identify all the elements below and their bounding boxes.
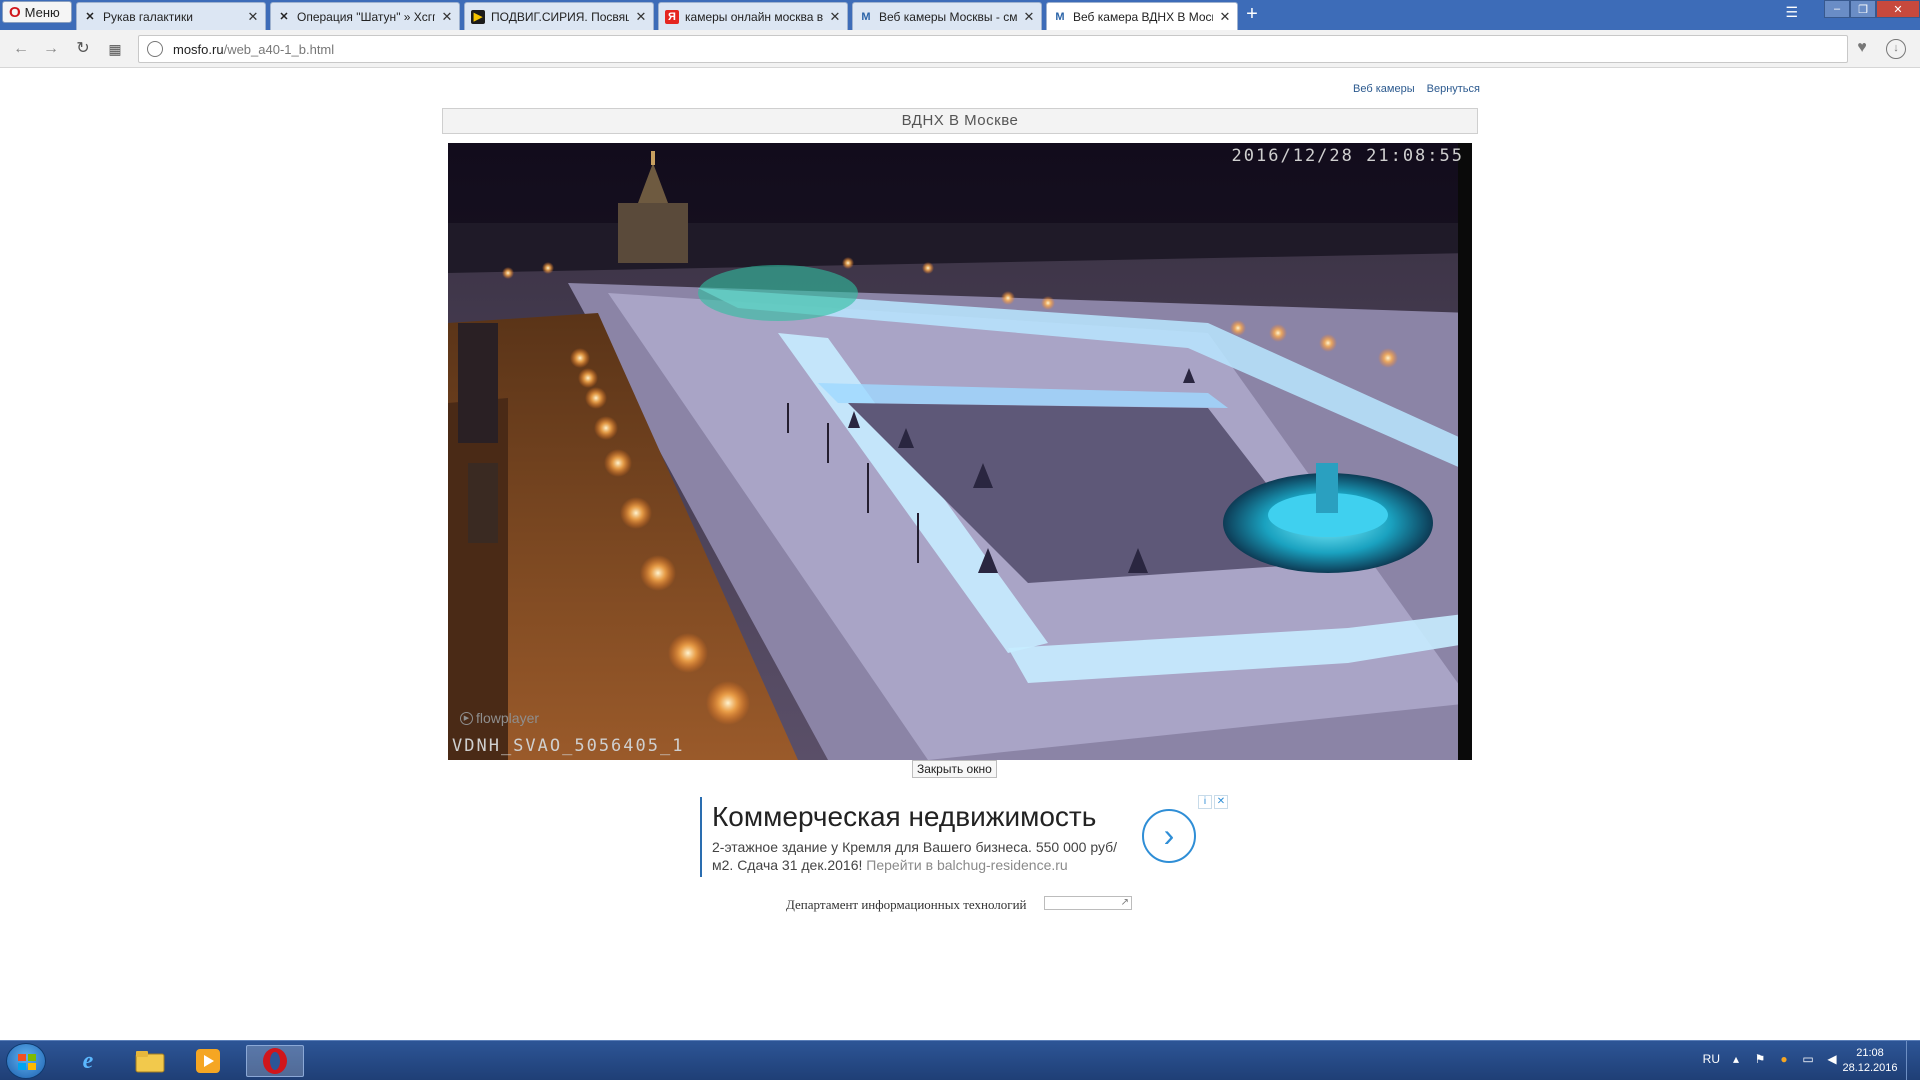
camera-video-player[interactable]: 2016/12/28 21:08:55 ▶ flowplayer VDNH_SV… xyxy=(448,143,1472,760)
network-icon[interactable]: ▭ xyxy=(1800,1051,1816,1067)
back-arrow-icon[interactable]: ← xyxy=(10,39,32,59)
browser-toolbar: ← → ↻ ▦ mosfo.ru/web_a40-1_b.html ♥ ↓ xyxy=(0,30,1920,68)
hit-counter-widget[interactable]: ↗ xyxy=(1044,896,1132,910)
system-tray: RU ▴ ⚑ ● ▭ ◀ xyxy=(1703,1051,1840,1067)
bookmark-heart-icon[interactable]: ♥ xyxy=(1852,39,1872,59)
tab-title: Рукав галактики xyxy=(103,9,193,24)
url-domain: mosfo.ru xyxy=(173,41,224,57)
window-close-icon[interactable]: ✕ xyxy=(1876,0,1920,18)
update-circle-icon[interactable]: ● xyxy=(1776,1051,1792,1067)
download-icon[interactable]: ↓ xyxy=(1886,39,1906,59)
clock-date: 28.12.2016 xyxy=(1842,1062,1898,1074)
tab-2[interactable]: ✕ Операция "Шатун" » Хсгп ✕ xyxy=(270,2,460,30)
language-indicator[interactable]: RU xyxy=(1703,1052,1720,1066)
tab-title: камеры онлайн москва в xyxy=(685,9,823,24)
close-icon[interactable]: ✕ xyxy=(829,9,841,25)
flowplayer-logo: ▶ flowplayer xyxy=(460,710,539,726)
tab-title: Операция "Шатун" » Хсгп xyxy=(297,9,435,24)
tab-5[interactable]: M Веб камеры Москвы - см ✕ xyxy=(852,2,1042,30)
close-icon[interactable]: ✕ xyxy=(1023,9,1035,25)
top-links: Веб камеры Вернуться xyxy=(1340,83,1480,95)
address-bar[interactable]: mosfo.ru/web_a40-1_b.html xyxy=(138,35,1848,63)
player-brand-label: flowplayer xyxy=(476,710,540,726)
globe-icon xyxy=(147,41,163,57)
ad-accent-bar xyxy=(700,797,702,877)
menu-label: Меню xyxy=(24,4,60,20)
close-icon[interactable]: ✕ xyxy=(247,9,259,25)
new-tab-plus-icon[interactable]: + xyxy=(1242,4,1262,24)
tab-menu-icon[interactable]: ☰ xyxy=(1785,4,1798,21)
ad-controls: i ✕ xyxy=(1198,795,1228,809)
system-clock[interactable]: 21:08 28.12.2016 xyxy=(1840,1046,1900,1076)
reload-icon[interactable]: ↻ xyxy=(72,39,94,59)
m-logo-icon: M xyxy=(1055,10,1065,23)
back-link[interactable]: Вернуться xyxy=(1427,83,1480,95)
tab-title: ПОДВИГ.СИРИЯ. Посвящ xyxy=(491,9,629,24)
m-logo-icon: M xyxy=(861,10,871,23)
internet-explorer-icon[interactable]: e xyxy=(66,1045,110,1077)
close-icon[interactable]: ✕ xyxy=(1219,9,1231,25)
advertisement-block[interactable]: Коммерческая недвижимость 2-этажное здан… xyxy=(700,795,1230,877)
action-center-flag-icon[interactable]: ⚑ xyxy=(1752,1051,1768,1067)
forward-arrow-icon[interactable]: → xyxy=(40,39,62,59)
webcams-link[interactable]: Веб камеры xyxy=(1353,83,1415,95)
opera-taskbar-icon[interactable] xyxy=(246,1045,304,1077)
window-controls: – ❐ ✕ xyxy=(1824,0,1920,18)
ad-info-icon[interactable]: i xyxy=(1198,795,1212,809)
video-play-icon: ▶ xyxy=(471,9,485,24)
clock-time: 21:08 xyxy=(1856,1047,1884,1059)
ad-body: 2-этажное здание у Кремля для Вашего биз… xyxy=(712,838,1132,874)
speed-dial-grid-icon[interactable]: ▦ xyxy=(104,39,126,59)
ad-more-link[interactable]: Перейти в balchug-residence.ru xyxy=(866,857,1067,873)
camera-frame-image xyxy=(448,143,1472,760)
close-icon[interactable]: ✕ xyxy=(441,9,453,25)
opera-logo-icon: O xyxy=(9,3,21,21)
tab-4[interactable]: Я камеры онлайн москва в ✕ xyxy=(658,2,848,30)
volume-icon[interactable]: ◀ xyxy=(1824,1051,1840,1067)
play-circle-icon: ▶ xyxy=(460,711,473,725)
start-button[interactable] xyxy=(6,1043,46,1079)
close-window-button[interactable]: Закрыть окно xyxy=(912,760,997,778)
footer-department-text: Департамент информационных технологий xyxy=(786,897,1027,912)
show-desktop-button[interactable] xyxy=(1906,1041,1920,1080)
show-hidden-icons-icon[interactable]: ▴ xyxy=(1728,1051,1744,1067)
minimize-icon[interactable]: – xyxy=(1824,0,1850,18)
camera-id-label: VDNH_SVAO_5056405_1 xyxy=(452,736,685,756)
tab-3[interactable]: ▶ ПОДВИГ.СИРИЯ. Посвящ ✕ xyxy=(464,2,654,30)
camera-timestamp: 2016/12/28 21:08:55 xyxy=(1231,146,1464,166)
url-path: /web_a40-1_b.html xyxy=(223,41,335,57)
media-player-icon[interactable] xyxy=(186,1045,230,1077)
ad-chevron-right-icon[interactable]: › xyxy=(1142,809,1196,863)
windows-logo-icon xyxy=(18,1054,36,1070)
tab-6-active[interactable]: M Веб камера ВДНХ В Моск ✕ xyxy=(1046,2,1238,30)
ad-close-icon[interactable]: ✕ xyxy=(1214,795,1228,809)
file-explorer-folder-icon[interactable] xyxy=(128,1045,172,1077)
browser-tab-strip: O Меню ✕ Рукав галактики ✕ ✕ Операция "Ш… xyxy=(0,0,1920,30)
opera-menu-button[interactable]: O Меню xyxy=(2,1,72,23)
tab-title: Веб камера ВДНХ В Моск xyxy=(1073,9,1213,24)
alien-ship-icon: ✕ xyxy=(279,11,289,23)
yandex-icon: Я xyxy=(665,9,679,24)
ad-headline[interactable]: Коммерческая недвижимость xyxy=(712,801,1096,833)
tab-title: Веб камеры Москвы - см xyxy=(879,9,1017,24)
alien-ship-icon: ✕ xyxy=(85,11,95,23)
windows-taskbar: e RU ▴ ⚑ ● ▭ ◀ 21:08 28.12.2016 xyxy=(0,1040,1920,1080)
close-icon[interactable]: ✕ xyxy=(635,9,647,25)
page-title: ВДНХ В Москве xyxy=(442,108,1478,134)
tab-1[interactable]: ✕ Рукав галактики ✕ xyxy=(76,2,266,30)
maximize-icon[interactable]: ❐ xyxy=(1850,0,1876,18)
